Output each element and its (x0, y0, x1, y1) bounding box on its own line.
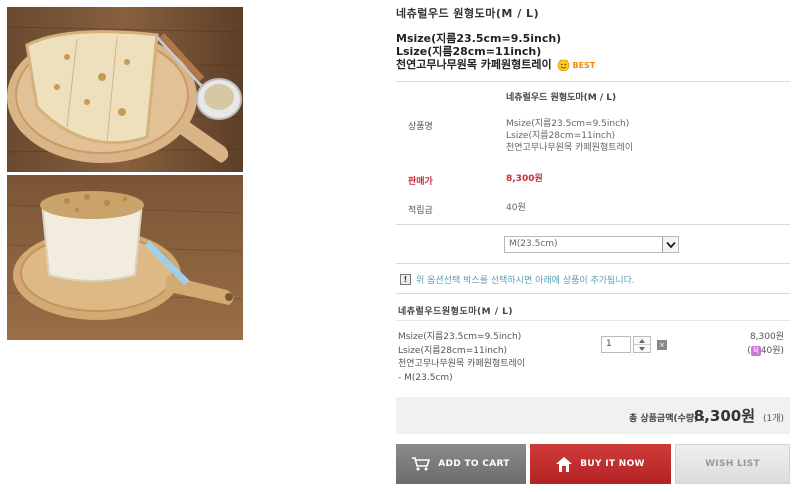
divider (396, 224, 790, 225)
best-badge: BEST (557, 59, 595, 72)
add-to-cart-label: ADD TO CART (438, 459, 510, 469)
product-title: 네츄럴우드 원형도마(M / L) (396, 7, 540, 20)
line-price: 8,300원 (적 40원) (747, 330, 784, 358)
option-notice: ! 위 옵션선택 박스를 선택하시면 아래에 상품이 추가됩니다. (400, 273, 635, 286)
detail-name-line: 천연고무나무원목 카페원형트레이 (506, 143, 634, 153)
selected-item-line: Msize(지름23.5cm=9.5inch) (398, 332, 522, 342)
points-label: 적립금 (408, 206, 433, 216)
selected-item-title: 네츄럴우드원형도마(M / L) (398, 307, 513, 317)
divider (396, 320, 790, 321)
total-value: 8,300원 (693, 407, 755, 425)
total-count: (1개) (762, 414, 784, 424)
total-box: 총 상품금액(수량) : 8,300원 (1개) (396, 397, 790, 434)
product-photo-pizza (7, 7, 243, 172)
divider (396, 293, 790, 294)
detail-name-lines: Msize(지름23.5cm=9.5inch) Lsize(지름28cm=11i… (506, 118, 633, 154)
divider (396, 263, 790, 264)
detail-name-title: 네츄럴우드 원형도마(M / L) (506, 93, 617, 103)
detail-name-line: Lsize(지름28cm=11inch) (506, 131, 616, 141)
exclamation-icon: ! (400, 274, 411, 285)
house-icon (556, 456, 573, 472)
selected-item-line: 천연고무나무원목 카페원형트레이 (398, 359, 526, 369)
price-label: 판매가 (408, 177, 433, 187)
add-to-cart-button[interactable]: ADD TO CART (396, 444, 526, 484)
line-price-value: 8,300원 (749, 332, 784, 342)
buy-now-label: BUY IT NOW (580, 459, 645, 469)
product-desc-line: Lsize(지름28cm=11inch) (396, 45, 542, 58)
divider (396, 81, 790, 82)
product-photo-dessert (7, 175, 243, 340)
line-points: (적 40원) (747, 344, 784, 358)
line-points-value: 40원) (760, 346, 784, 356)
selected-item-line: - M(23.5cm) (398, 372, 453, 383)
buy-now-button[interactable]: BUY IT NOW (530, 444, 671, 484)
product-desc-line: Msize(지름23.5cm=9.5inch) (396, 32, 562, 45)
detail-name-line: Msize(지름23.5cm=9.5inch) (506, 119, 630, 129)
price-value: 8,300원 (506, 174, 543, 184)
selected-item-line: Lsize(지름28cm=11inch) (398, 345, 508, 356)
selected-item-desc: Msize(지름23.5cm=9.5inch) Lsize(지름28cm=11i… (398, 331, 525, 385)
product-desc-text: 천연고무나무원목 카페원형트레이 (396, 58, 552, 71)
smiley-badge-icon (558, 59, 570, 71)
quantity-input[interactable]: 1 (601, 336, 631, 353)
quantity-up-button[interactable] (634, 337, 650, 345)
option-selected-value: M(23.5cm) (509, 239, 558, 249)
wish-list-label: WISH LIST (705, 459, 760, 469)
quantity-stepper[interactable] (633, 336, 651, 353)
cart-icon (412, 457, 431, 471)
points-value: 40원 (506, 203, 526, 213)
points-badge-icon: 적 (750, 345, 761, 356)
remove-item-button[interactable]: × (657, 340, 667, 350)
detail-name-label: 상품명 (408, 122, 433, 132)
best-label: BEST (572, 60, 596, 70)
wish-list-button[interactable]: WISH LIST (675, 444, 790, 484)
product-description: Msize(지름23.5cm=9.5inch) Lsize(지름28cm=11i… (396, 32, 595, 72)
quantity-down-button[interactable] (634, 345, 650, 353)
option-select[interactable]: M(23.5cm) (504, 236, 679, 253)
product-desc-line: 천연고무나무원목 카페원형트레이 BEST (396, 58, 595, 72)
chevron-down-icon[interactable] (662, 237, 678, 252)
notice-text: 위 옵션선택 박스를 선택하시면 아래에 상품이 추가됩니다. (416, 276, 635, 286)
